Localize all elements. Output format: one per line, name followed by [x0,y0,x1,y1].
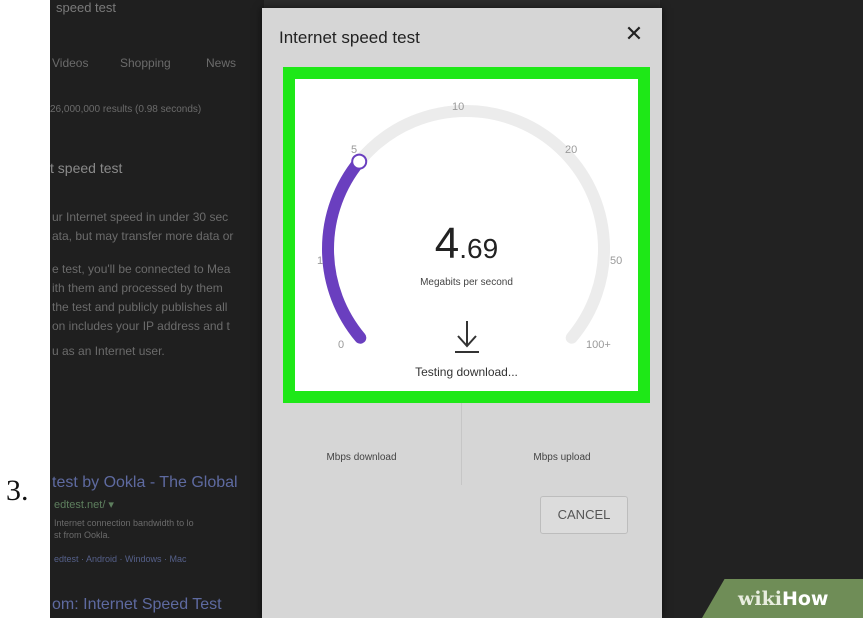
bg-snippet-line: ata, but may transfer more data or [52,229,234,243]
gauge-tick-label: 5 [351,144,358,156]
bg-tab: Videos [52,56,89,70]
speed-value: 4.69 [295,219,638,269]
bg-result3-title[interactable]: om: Internet Speed Test [52,596,222,614]
download-result: Mbps download [262,403,462,485]
test-status: Testing download... [415,365,518,379]
wikihow-watermark: wikiHow [702,579,863,618]
bg-result2-title[interactable]: test by Ookla - The Global [52,474,238,492]
close-icon[interactable]: ✕ [622,22,646,46]
bg-snippet-line: ur Internet speed in under 30 sec [52,210,229,224]
gauge-tick-label: 20 [565,144,578,156]
bg-snippet-line: on includes your IP address and t [52,319,230,333]
bg-results-count: 26,000,000 results (0.98 seconds) [50,104,202,115]
bg-result2-line: Internet connection bandwidth to lo [54,518,194,528]
bg-result2-url[interactable]: edtest.net/ ▾ [54,498,114,511]
speed-integer: 4 [434,219,460,268]
bg-result2-links[interactable]: edtest · Android · Windows · Mac [54,554,187,564]
step-number: 3. [6,474,29,507]
bg-snippet-line: ith them and processed by them [52,281,223,295]
search-results-background: speed test Videos Shopping News 26,000,0… [50,0,264,618]
upload-label: Mbps upload [533,452,591,463]
download-arrow-icon [455,321,479,353]
upload-result: Mbps upload [462,403,662,485]
screenshot-frame: speed test Videos Shopping News 26,000,0… [50,0,863,618]
watermark-wiki: wiki [738,588,782,610]
speed-test-dialog: Internet speed test ✕ 0 1 5 10 20 50 100… [262,8,662,618]
gauge-tick-label: 100+ [586,339,611,351]
bg-header: speed test [56,0,116,15]
speed-unit: Megabits per second [420,277,513,288]
bg-snippet-line: u as an Internet user. [52,344,165,358]
bg-tab: News [206,56,237,70]
highlight-box: 0 1 5 10 20 50 100+ 4.69 Megabits per se… [283,67,650,403]
dialog-title: Internet speed test [279,28,420,47]
watermark-how: How [781,588,829,610]
cancel-button[interactable]: CANCEL [540,496,628,534]
background-right-area [660,0,863,618]
bg-snippet-title: t speed test [50,160,123,176]
gauge-knob [351,153,368,170]
speed-decimal: .69 [459,233,499,264]
gauge-tick-label: 10 [452,101,465,113]
bg-tab: Shopping [120,56,171,70]
speed-gauge: 0 1 5 10 20 50 100+ 4.69 Megabits per se… [295,79,638,391]
bg-snippet-line: the test and publicly publishes all [52,300,228,314]
bg-result2-line: st from Ookla. [54,530,111,540]
download-label: Mbps download [326,452,397,463]
bg-snippet-line: e test, you'll be connected to Mea [52,262,231,276]
gauge-tick-label: 0 [338,339,345,351]
